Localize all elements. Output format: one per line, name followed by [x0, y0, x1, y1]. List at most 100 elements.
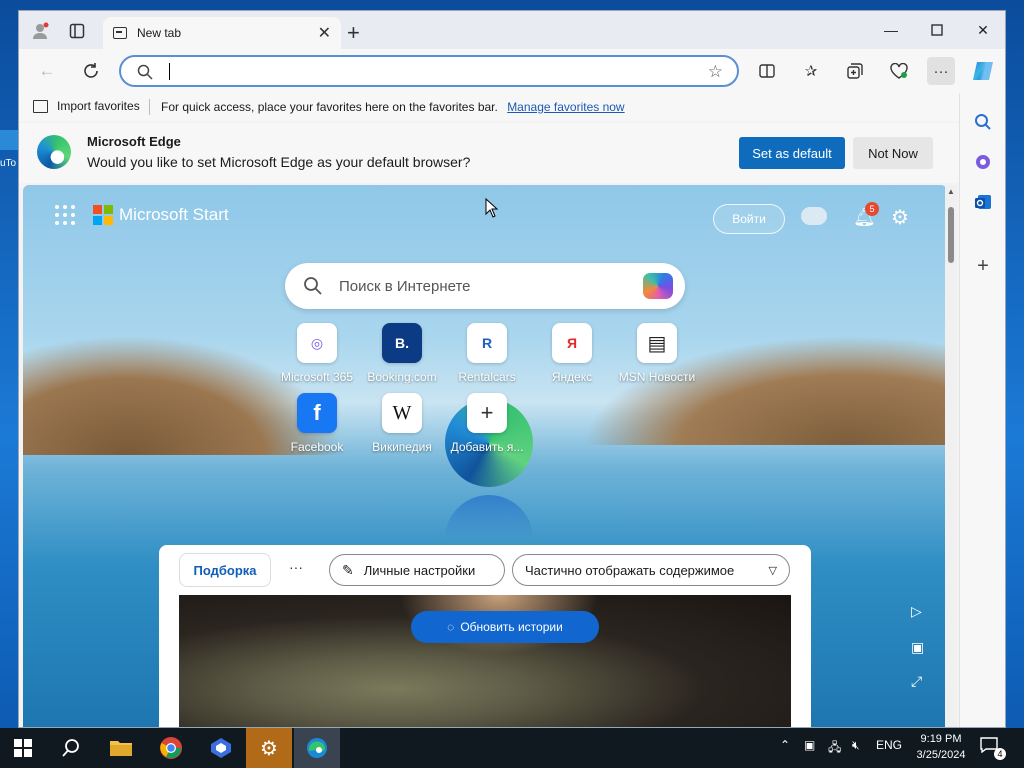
desktop-shortcut-label: uTo: [0, 158, 17, 169]
content-visibility-select[interactable]: Частично отображать содержимое ▽: [512, 554, 790, 586]
favorites-hint-text: For quick access, place your favorites h…: [161, 100, 498, 114]
desktop-shortcut-icon[interactable]: [0, 130, 18, 150]
quick-link-msn-news[interactable]: ▤ MSN Новости: [615, 323, 699, 384]
scroll-up-arrow-icon[interactable]: ▲: [947, 187, 955, 196]
weather-icon[interactable]: [801, 207, 827, 225]
new-tab-button[interactable]: +: [347, 22, 360, 44]
manage-favorites-link[interactable]: Manage favorites now: [507, 100, 624, 114]
personalize-label: Личные настройки: [363, 562, 476, 578]
copilot-icon[interactable]: [969, 57, 997, 85]
more-icon[interactable]: ···: [927, 57, 955, 85]
copilot-taskbar-icon[interactable]: [198, 728, 244, 768]
infobar-title: Microsoft Edge: [87, 134, 181, 149]
split-screen-icon[interactable]: [753, 57, 781, 85]
notification-count-badge: 5: [865, 202, 879, 216]
feed-more-icon[interactable]: ···: [289, 559, 303, 575]
page-settings-gear-icon[interactable]: ⚙: [891, 205, 909, 230]
edge-logo-reflection: [445, 495, 533, 539]
quick-link-add[interactable]: + Добавить я...: [445, 393, 529, 454]
security-tray-icon[interactable]: ▣: [804, 738, 815, 752]
sidebar-settings-icon[interactable]: ⚙: [968, 721, 998, 727]
infobar-message: Would you like to set Microsoft Edge as …: [87, 154, 471, 170]
favorites-icon[interactable]: ✰: [797, 57, 825, 85]
web-search-input[interactable]: [339, 276, 629, 296]
edge-logo-icon: [37, 135, 71, 169]
file-explorer-icon[interactable]: [98, 728, 144, 768]
import-favorites-label: Import favorites: [57, 99, 140, 113]
quick-link-wikipedia[interactable]: W Википедия: [360, 393, 444, 454]
quick-link-yandex[interactable]: Я Яндекс: [530, 323, 614, 384]
page-scrollbar[interactable]: ▲: [945, 185, 957, 727]
browser-essentials-icon[interactable]: [885, 57, 913, 85]
close-window-button[interactable]: ✕: [961, 17, 1005, 43]
address-bar[interactable]: ☆: [119, 55, 739, 87]
app-launcher-icon[interactable]: [55, 205, 75, 225]
quick-link-label: Rentalcars: [458, 370, 516, 384]
rentalcars-icon: R: [467, 323, 507, 363]
sidebar-microsoft365-icon[interactable]: [968, 147, 998, 177]
minimize-button[interactable]: —: [869, 17, 913, 43]
volume-muted-icon[interactable]: 🔇︎: [852, 738, 860, 753]
navigation-toolbar: ← ☆ ✰ ···: [19, 49, 1005, 93]
background-image-icon[interactable]: ▣: [911, 639, 924, 656]
tab-title: New tab: [137, 26, 182, 40]
tab-actions-icon[interactable]: [63, 19, 91, 43]
language-indicator[interactable]: ENG: [876, 738, 902, 752]
add-link-icon: +: [467, 393, 507, 433]
sidebar-outlook-icon[interactable]: [968, 187, 998, 217]
system-clock[interactable]: 9:19 PM 3/25/2024: [906, 731, 976, 763]
news-feed-panel: Подборка ··· ✎ Личные настройки Частично…: [159, 545, 811, 727]
quick-link-label: Добавить я...: [450, 440, 524, 454]
quick-link-microsoft365[interactable]: ◎ Microsoft 365: [275, 323, 359, 384]
copilot-search-icon[interactable]: [643, 273, 673, 299]
tab-new-tab[interactable]: New tab ✕: [103, 17, 341, 49]
edge-taskbar-icon[interactable]: [294, 728, 340, 768]
chrome-icon[interactable]: [148, 728, 194, 768]
ms-start-brand[interactable]: Microsoft Start: [119, 205, 229, 225]
quick-links: ◎ Microsoft 365 B. Booking.com R Rentalc…: [275, 323, 715, 463]
favorites-divider: [149, 99, 150, 115]
set-as-default-button[interactable]: Set as default: [739, 137, 845, 169]
import-favorites-button[interactable]: Import favorites: [33, 99, 140, 113]
quick-link-booking[interactable]: B. Booking.com: [360, 323, 444, 384]
not-now-button[interactable]: Not Now: [853, 137, 933, 169]
sidebar-add-icon[interactable]: +: [968, 251, 998, 281]
content-visibility-value: Частично отображать содержимое: [525, 562, 735, 578]
network-tray-icon[interactable]: 🖧︎: [828, 738, 841, 759]
windows-taskbar: ⚙ ⌃ ▣ 🖧︎ 🔇︎ ENG 9:19 PM 3/25/2024 4: [0, 728, 1024, 768]
microsoft365-icon: ◎: [297, 323, 337, 363]
quick-link-rentalcars[interactable]: R Rentalcars: [445, 323, 529, 384]
web-search-icon: [303, 276, 323, 301]
refresh-icon[interactable]: [77, 57, 105, 85]
web-search-box[interactable]: [285, 263, 685, 309]
refresh-stories-button[interactable]: ◌ Обновить истории: [411, 611, 599, 643]
expand-icon[interactable]: ⤢: [911, 673, 922, 690]
quick-link-label: Booking.com: [367, 370, 437, 384]
back-icon[interactable]: ←: [33, 57, 61, 85]
sign-in-button[interactable]: Войти: [713, 204, 785, 234]
show-hidden-icons-icon[interactable]: ⌃: [780, 738, 790, 752]
personalize-button[interactable]: ✎ Личные настройки: [329, 554, 505, 586]
action-center-count-badge: 4: [994, 748, 1006, 760]
start-button[interactable]: [0, 728, 46, 768]
tab-my-feed[interactable]: Подборка: [179, 553, 271, 587]
text-caret: [169, 63, 170, 80]
favorite-star-icon[interactable]: ☆: [708, 62, 723, 82]
close-tab-icon[interactable]: ✕: [318, 23, 331, 43]
maximize-button[interactable]: [915, 17, 959, 43]
address-input[interactable]: [167, 61, 687, 81]
collections-icon[interactable]: [841, 57, 869, 85]
taskbar-search-icon[interactable]: [48, 728, 94, 768]
settings-taskbar-icon[interactable]: ⚙: [246, 728, 292, 768]
refresh-stories-label: Обновить истории: [460, 620, 563, 634]
import-icon: [33, 99, 48, 113]
play-icon[interactable]: ▷: [911, 603, 922, 620]
feed-hero-image[interactable]: ◌ Обновить истории: [179, 595, 791, 727]
quick-link-facebook[interactable]: f Facebook: [275, 393, 359, 454]
yandex-icon: Я: [552, 323, 592, 363]
favorites-hint: For quick access, place your favorites h…: [161, 100, 625, 114]
quick-link-label: Википедия: [372, 440, 432, 454]
sidebar-search-icon[interactable]: [968, 107, 998, 137]
profile-icon[interactable]: [27, 19, 55, 43]
scrollbar-thumb[interactable]: [948, 207, 954, 263]
